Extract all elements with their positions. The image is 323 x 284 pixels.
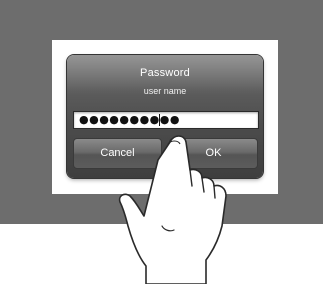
dialog-subtitle: user name xyxy=(143,86,187,96)
password-input[interactable]: ●●●●●●●●●● xyxy=(73,111,259,129)
text-caret xyxy=(159,114,160,126)
pointing-hand-icon xyxy=(118,135,227,284)
dialog-title: Password xyxy=(140,67,190,79)
password-mask: ●●●●●●●●●● xyxy=(79,113,180,126)
